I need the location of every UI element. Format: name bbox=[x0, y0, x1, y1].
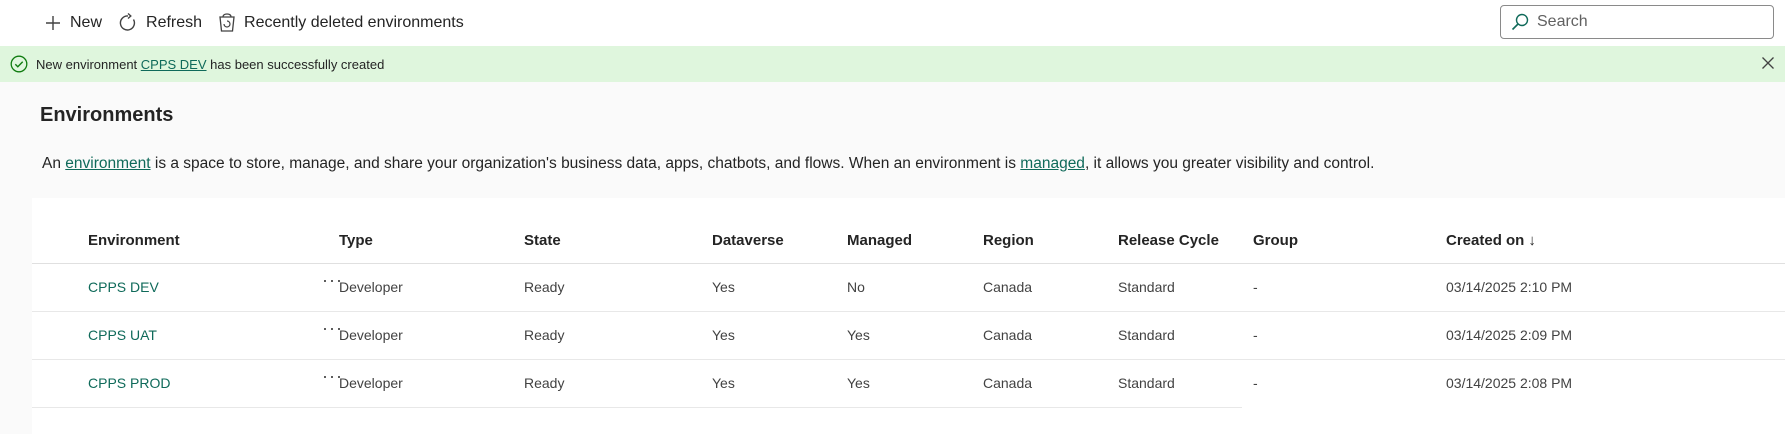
group-cell: - bbox=[1253, 375, 1258, 391]
success-banner: New environment CPPS DEV has been succes… bbox=[0, 46, 1785, 82]
environment-name-link[interactable]: CPPS PROD bbox=[88, 375, 170, 391]
search-input[interactable] bbox=[1535, 12, 1765, 32]
column-header-state[interactable]: State bbox=[524, 232, 561, 249]
table-row[interactable]: CPPS UAT ··· Developer Ready Yes Yes Can… bbox=[32, 312, 1785, 360]
state-cell: Ready bbox=[524, 327, 565, 343]
type-cell: Developer bbox=[339, 375, 403, 391]
recently-deleted-button[interactable]: Recently deleted environments bbox=[210, 7, 472, 39]
column-header-managed[interactable]: Managed bbox=[847, 232, 912, 249]
banner-suffix: has been successfully created bbox=[206, 56, 385, 72]
managed-cell: Yes bbox=[847, 375, 870, 391]
type-cell: Developer bbox=[339, 279, 403, 295]
state-cell: Ready bbox=[524, 375, 565, 391]
dataverse-cell: Yes bbox=[712, 375, 735, 391]
new-label: New bbox=[70, 14, 103, 31]
refresh-icon bbox=[119, 13, 136, 31]
dataverse-cell: Yes bbox=[712, 327, 735, 343]
release-cycle-cell: Standard bbox=[1118, 279, 1175, 295]
dataverse-cell: Yes bbox=[712, 279, 735, 295]
new-button[interactable]: New bbox=[36, 7, 110, 39]
command-bar: New Refresh Recently deleted environment… bbox=[0, 0, 1785, 46]
desc-text-2: is a space to store, manage, and share y… bbox=[150, 155, 1021, 172]
banner-message: New environment CPPS DEV has been succes… bbox=[36, 57, 384, 72]
column-header-environment[interactable]: Environment bbox=[88, 232, 180, 249]
page-title: Environments bbox=[40, 104, 174, 126]
column-header-release-cycle[interactable]: Release Cycle bbox=[1118, 232, 1219, 249]
column-header-region[interactable]: Region bbox=[983, 232, 1034, 249]
refresh-label: Refresh bbox=[146, 14, 203, 31]
type-cell: Developer bbox=[339, 327, 403, 343]
managed-cell: No bbox=[847, 279, 865, 295]
banner-prefix: New environment bbox=[36, 56, 141, 72]
environment-name-link[interactable]: CPPS DEV bbox=[88, 279, 159, 295]
page-description: An environment is a space to store, mana… bbox=[42, 155, 1374, 173]
environments-table: Environment Type State Dataverse Managed… bbox=[32, 198, 1785, 434]
managed-cell: Yes bbox=[847, 327, 870, 343]
sort-descending-icon: ↓ bbox=[1528, 232, 1536, 249]
created-on-cell: 03/14/2025 2:10 PM bbox=[1446, 279, 1573, 295]
close-icon[interactable] bbox=[1761, 56, 1775, 70]
recycle-bin-icon bbox=[219, 13, 235, 32]
plus-icon bbox=[46, 16, 60, 30]
table-row[interactable]: CPPS PROD ··· Developer Ready Yes Yes Ca… bbox=[32, 360, 1572, 408]
column-header-group[interactable]: Group bbox=[1253, 232, 1298, 249]
checkmark-circle-icon bbox=[10, 55, 28, 73]
table-header: Environment Type State Dataverse Managed… bbox=[32, 198, 1785, 264]
table-row[interactable]: CPPS DEV ··· Developer Ready Yes No Cana… bbox=[32, 264, 1785, 312]
created-on-cell: 03/14/2025 2:09 PM bbox=[1446, 327, 1573, 343]
banner-environment-link[interactable]: CPPS DEV bbox=[141, 57, 207, 72]
environment-link[interactable]: environment bbox=[65, 155, 150, 172]
region-cell: Canada bbox=[983, 375, 1033, 391]
column-header-type[interactable]: Type bbox=[339, 232, 373, 249]
environment-name-link[interactable]: CPPS UAT bbox=[88, 327, 157, 343]
created-on-label: Created on bbox=[1446, 232, 1525, 249]
desc-text-3: , it allows you greater visibility and c… bbox=[1084, 155, 1375, 172]
search-icon bbox=[1511, 13, 1529, 31]
recently-deleted-label: Recently deleted environments bbox=[244, 14, 464, 31]
group-cell: - bbox=[1253, 327, 1258, 343]
created-on-cell: 03/14/2025 2:08 PM bbox=[1446, 375, 1573, 391]
desc-text-1: An bbox=[42, 155, 66, 172]
region-cell: Canada bbox=[983, 279, 1033, 295]
region-cell: Canada bbox=[983, 327, 1033, 343]
column-header-dataverse[interactable]: Dataverse bbox=[712, 232, 784, 249]
search-box[interactable] bbox=[1500, 5, 1774, 39]
column-header-created-on[interactable]: Created on ↓ bbox=[1446, 232, 1536, 249]
refresh-button[interactable]: Refresh bbox=[110, 7, 210, 39]
managed-link[interactable]: managed bbox=[1020, 155, 1085, 172]
release-cycle-cell: Standard bbox=[1118, 327, 1175, 343]
release-cycle-cell: Standard bbox=[1118, 375, 1175, 391]
state-cell: Ready bbox=[524, 279, 565, 295]
group-cell: - bbox=[1253, 279, 1258, 295]
